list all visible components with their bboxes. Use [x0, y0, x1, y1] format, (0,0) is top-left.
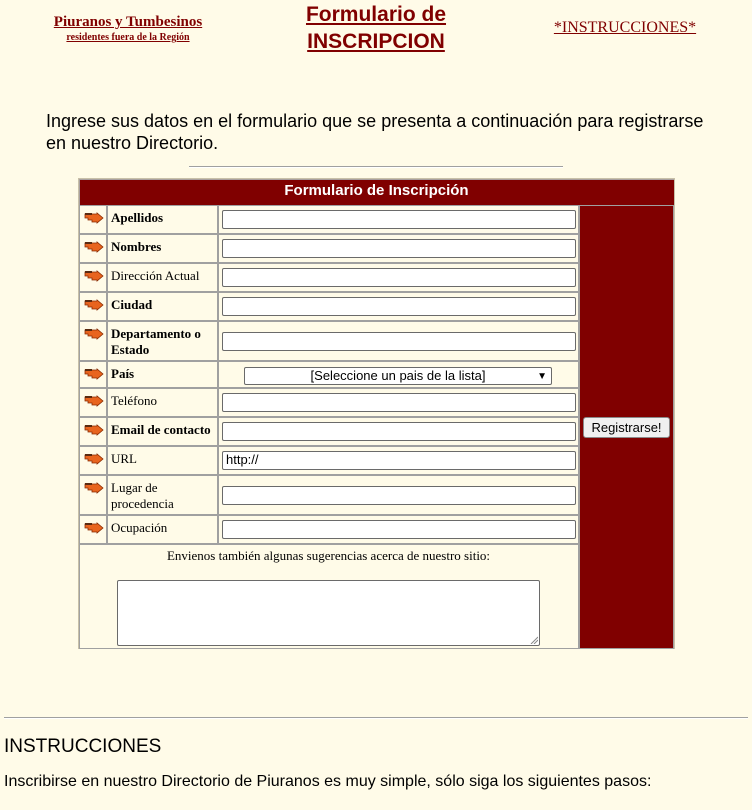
- field-label-procedencia: Lugar de procedencia: [111, 480, 174, 511]
- label-cell: URL: [107, 446, 218, 475]
- form-title: Formulario de Inscripción: [284, 182, 469, 199]
- bullet-cell: [79, 475, 107, 515]
- pointing-hand-icon: [84, 394, 104, 407]
- label-cell: Departamento o Estado: [107, 321, 218, 361]
- divider: [4, 717, 748, 719]
- field-label-ciudad: Ciudad: [111, 297, 153, 312]
- site-name-link[interactable]: Piuranos y Tumbesinos: [40, 14, 216, 31]
- bullet-cell: [79, 361, 107, 388]
- suggestions-textarea[interactable]: [117, 580, 540, 646]
- field-label-telefono: Teléfono: [111, 393, 158, 408]
- instructions-link[interactable]: *INSTRUCCIONES*: [530, 19, 720, 37]
- pointing-hand-icon: [84, 367, 104, 380]
- pointing-hand-icon: [84, 269, 104, 282]
- field-label-url: URL: [111, 451, 137, 466]
- url-input[interactable]: http://: [222, 451, 576, 470]
- procedencia-input[interactable]: [222, 486, 576, 505]
- input-cell: [218, 292, 579, 321]
- suggestions-label: Envienos también algunas sugerencias ace…: [166, 548, 491, 563]
- bullet-cell: [79, 446, 107, 475]
- ciudad-input[interactable]: [222, 297, 576, 316]
- register-button[interactable]: Registrarse!: [583, 417, 670, 438]
- field-label-direccion: Dirección Actual: [111, 268, 200, 283]
- email-input[interactable]: [222, 422, 576, 441]
- direccion-input[interactable]: [222, 268, 576, 287]
- label-cell: Apellidos: [107, 205, 218, 234]
- divider: [189, 166, 563, 168]
- bullet-cell: [79, 292, 107, 321]
- intro-text: Ingrese sus datos en el formulario que s…: [46, 111, 704, 153]
- label-cell: Ocupación: [107, 515, 218, 544]
- pointing-hand-icon: [84, 211, 104, 224]
- label-cell: Teléfono: [107, 388, 218, 417]
- ocupacion-input[interactable]: [222, 520, 576, 539]
- field-label-pais: País: [111, 366, 135, 381]
- nombres-input[interactable]: [222, 239, 576, 258]
- label-cell: Nombres: [107, 234, 218, 263]
- label-cell: Ciudad: [107, 292, 218, 321]
- pointing-hand-icon: [84, 298, 104, 311]
- page-title[interactable]: Formulario de INSCRIPCION: [276, 1, 476, 55]
- pointing-hand-icon: [84, 327, 104, 340]
- instructions-heading: INSTRUCCIONES: [4, 736, 162, 757]
- bullet-cell: [79, 417, 107, 446]
- bullet-cell: [79, 263, 107, 292]
- bullet-cell: [79, 515, 107, 544]
- label-cell: Dirección Actual: [107, 263, 218, 292]
- field-label-ocupacion: Ocupación: [111, 520, 168, 535]
- departamento-input[interactable]: [222, 332, 576, 351]
- label-cell: Lugar de procedencia: [107, 475, 218, 515]
- bullet-cell: [79, 234, 107, 263]
- instructions-text: Inscribirse en nuestro Directorio de Piu…: [4, 773, 652, 790]
- input-cell: [218, 321, 579, 361]
- input-cell: [218, 205, 579, 234]
- pointing-hand-icon: [84, 481, 104, 494]
- input-cell: [218, 234, 579, 263]
- field-label-apellidos: Apellidos: [111, 210, 164, 225]
- label-cell: Email de contacto: [107, 417, 218, 446]
- bullet-cell: [79, 205, 107, 234]
- country-select[interactable]: [Seleccione un pais de la lista] ▼: [244, 367, 552, 385]
- field-label-departamento: Departamento o Estado: [111, 326, 201, 357]
- input-cell: [218, 388, 579, 417]
- resize-grip-icon[interactable]: [530, 636, 538, 644]
- apellidos-input[interactable]: [222, 210, 576, 229]
- bullet-cell: [79, 388, 107, 417]
- bullet-cell: [79, 321, 107, 361]
- pointing-hand-icon: [84, 521, 104, 534]
- label-cell: País: [107, 361, 218, 388]
- input-cell: [218, 417, 579, 446]
- input-cell: http://: [218, 446, 579, 475]
- input-cell: [218, 263, 579, 292]
- input-cell: [218, 475, 579, 515]
- pointing-hand-icon: [84, 240, 104, 253]
- telefono-input[interactable]: [222, 393, 576, 412]
- pointing-hand-icon: [84, 452, 104, 465]
- site-subtitle-link[interactable]: residentes fuera de la Región: [40, 32, 216, 43]
- field-label-email: Email de contacto: [111, 422, 211, 437]
- input-cell: [218, 515, 579, 544]
- field-label-nombres: Nombres: [111, 239, 162, 254]
- input-cell: [Seleccione un pais de la lista] ▼: [218, 361, 579, 388]
- country-select-value: [Seleccione un pais de la lista]: [310, 368, 486, 383]
- pointing-hand-icon: [84, 423, 104, 436]
- chevron-down-icon[interactable]: ▼: [537, 369, 547, 385]
